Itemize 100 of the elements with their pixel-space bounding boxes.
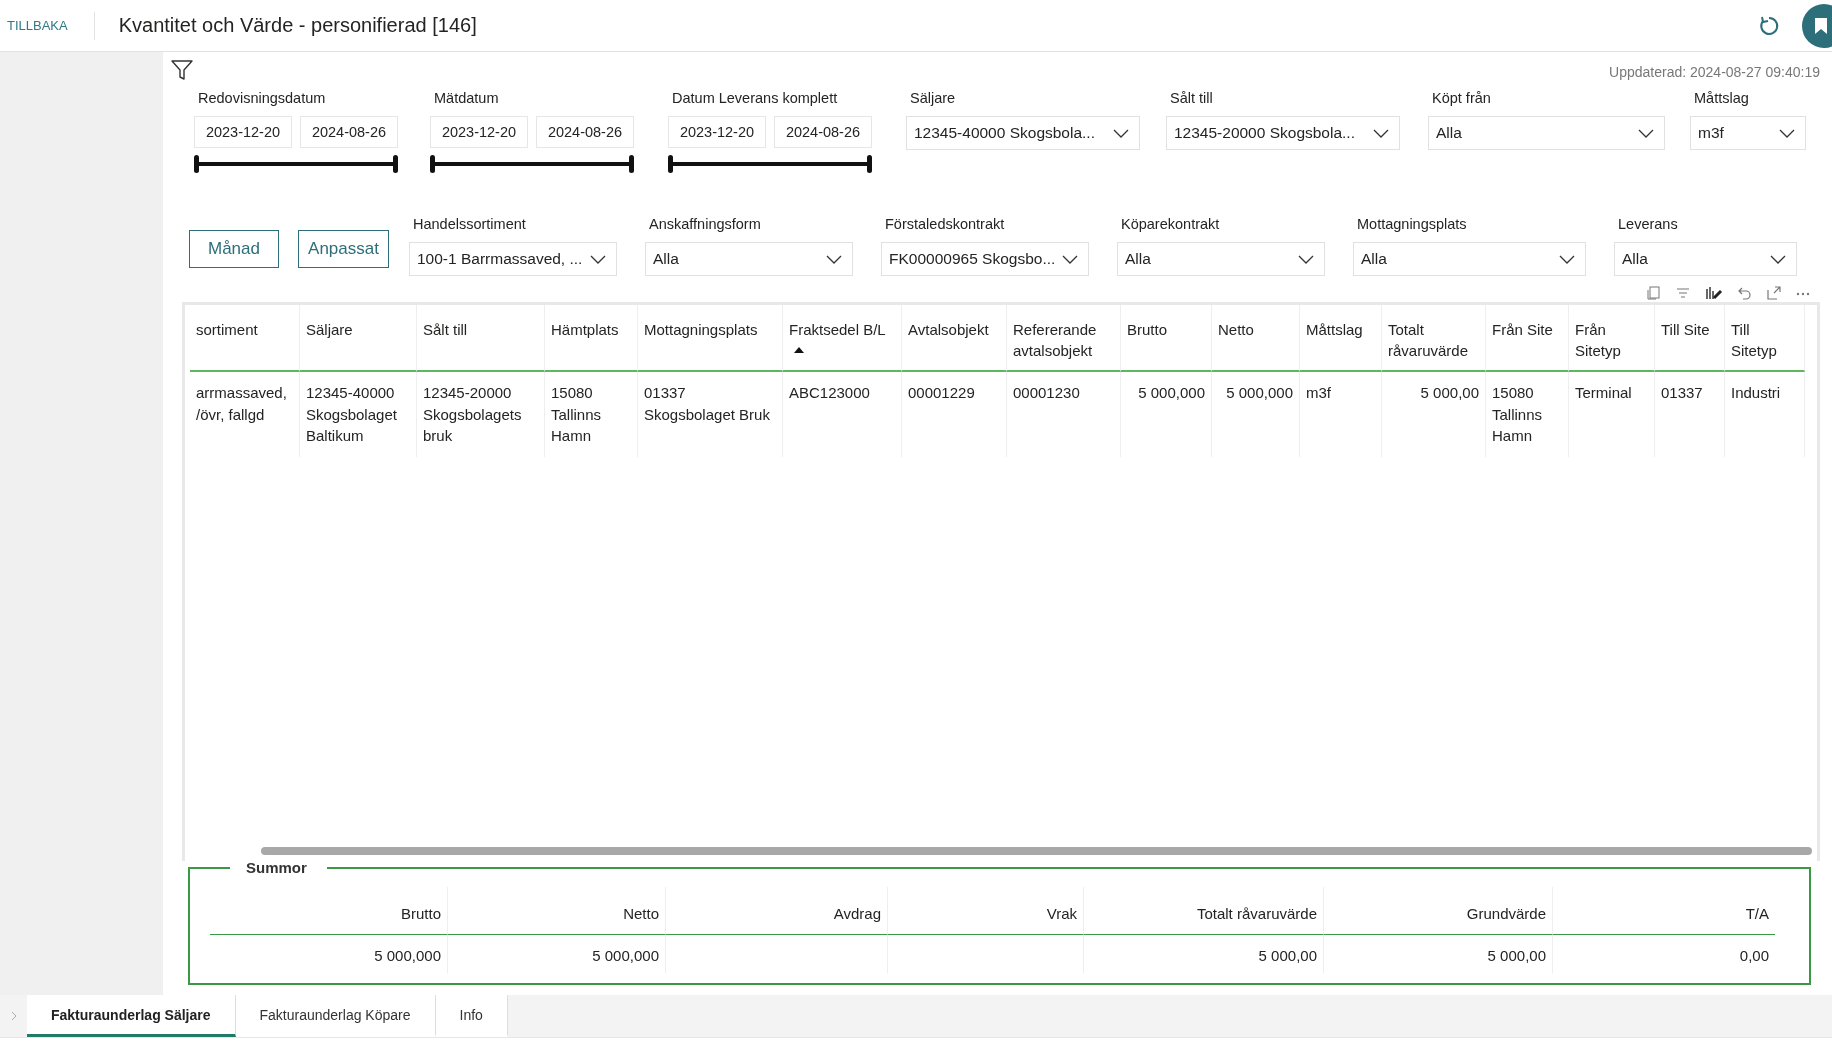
chevron-down-icon	[1779, 128, 1795, 138]
chevron-down-icon	[826, 254, 842, 264]
column-header[interactable]: Refererande avtalsobjekt	[1007, 305, 1121, 372]
table-cell: ABC123000	[789, 384, 870, 401]
filter-label: Förstaledskontrakt	[885, 216, 1005, 232]
filter-label: Köpt från	[1432, 90, 1491, 106]
filter-icon[interactable]	[170, 58, 194, 82]
sort-ascending-icon	[794, 347, 804, 353]
column-header[interactable]: Mottagningsplats	[638, 305, 783, 372]
page-tab[interactable]: Fakturaunderlag Säljare	[27, 995, 236, 1037]
slider-handle[interactable]	[668, 155, 673, 173]
dropdown[interactable]: 12345-40000 Skogsbola...	[906, 116, 1140, 150]
copy-icon[interactable]	[1647, 286, 1661, 300]
filter-label: Leverans	[1618, 216, 1678, 232]
summary-header: Grundvärde	[1466, 905, 1546, 922]
back-link[interactable]: TILLBAKA	[0, 11, 95, 40]
column-header[interactable]: sortiment	[190, 305, 300, 372]
column-header[interactable]: Brutto	[1121, 305, 1212, 372]
dropdown[interactable]: Alla	[1614, 242, 1797, 276]
dropdown[interactable]: Alla	[1117, 242, 1325, 276]
table-cell: 15080 Tallinns Hamn	[551, 384, 602, 444]
table-cell: 5 000,00	[1420, 384, 1479, 401]
period-button[interactable]: Anpassat	[298, 230, 389, 268]
horizontal-scrollbar[interactable]	[261, 847, 1812, 855]
filter-label: Redovisningsdatum	[198, 90, 326, 106]
updated-timestamp: Uppdaterad: 2024-08-27 09:40:19	[1609, 64, 1820, 80]
summary-value: 5 000,00	[1487, 947, 1546, 964]
undo-icon[interactable]	[1738, 286, 1752, 300]
date-field[interactable]: 2024-08-26	[536, 116, 634, 148]
summary-header: Brutto	[400, 905, 441, 922]
page-tab[interactable]: Fakturaunderlag Köpare	[235, 995, 436, 1037]
table-cell: 5 000,000	[1138, 384, 1205, 401]
filter-label: Måttslag	[1694, 90, 1749, 106]
column-header[interactable]: Sålt till	[417, 305, 545, 372]
slider-handle[interactable]	[867, 155, 872, 173]
summary-value: 5 000,000	[592, 947, 659, 964]
filter-label: Anskaffningsform	[649, 216, 761, 232]
summary-value: 5 000,000	[374, 947, 441, 964]
dropdown[interactable]: Alla	[1353, 242, 1586, 276]
summary-header: Totalt råvaruvärde	[1196, 905, 1317, 922]
table-cell: 12345-20000 Skogsbolagets bruk	[423, 384, 522, 444]
table-cell: 01337	[1661, 384, 1703, 401]
chart-edit-icon[interactable]	[1705, 286, 1723, 300]
table-cell: 15080 Tallinns Hamn	[1492, 384, 1543, 444]
table-cell: 12345-40000 Skogsbolaget Baltikum	[306, 384, 397, 444]
period-button[interactable]: Månad	[189, 230, 279, 268]
expand-icon[interactable]	[1767, 286, 1781, 300]
filter-label: Mätdatum	[434, 90, 499, 106]
dropdown[interactable]: FK00000965 Skogsbo...	[881, 242, 1089, 276]
dropdown[interactable]: 12345-20000 Skogsbola...	[1166, 116, 1400, 150]
table-cell: 00001229	[908, 384, 975, 401]
column-header[interactable]: Netto	[1212, 305, 1300, 372]
summary-value: 0,00	[1739, 947, 1769, 964]
chevron-down-icon	[1559, 254, 1575, 264]
summary-value: 5 000,00	[1258, 947, 1317, 964]
chevron-down-icon	[1770, 254, 1786, 264]
page-title: Kvantitet och Värde - personifierad [146]	[118, 14, 477, 37]
column-header[interactable]: Säljare	[300, 305, 417, 372]
date-field[interactable]: 2024-08-26	[774, 116, 872, 148]
summary-header: T/A	[1745, 905, 1769, 922]
column-header[interactable]: Till Sitetyp	[1725, 305, 1805, 372]
refresh-icon[interactable]	[1758, 14, 1780, 37]
chevron-down-icon	[1373, 128, 1389, 138]
dropdown[interactable]: 100-1 Barrmassaved, ...	[409, 242, 617, 276]
filter-label: Köparekontrakt	[1121, 216, 1220, 232]
filter-label: Sålt till	[1170, 90, 1213, 106]
column-header[interactable]: Måttslag	[1300, 305, 1382, 372]
column-header[interactable]: Från Site	[1486, 305, 1569, 372]
column-header[interactable]: Från Sitetyp	[1569, 305, 1655, 372]
slider-handle[interactable]	[393, 155, 398, 173]
chevron-down-icon	[1638, 128, 1654, 138]
column-header[interactable]: Hämtplats	[545, 305, 638, 372]
dropdown[interactable]: Alla	[645, 242, 853, 276]
chevron-down-icon	[590, 254, 606, 264]
summary-header: Netto	[623, 905, 659, 922]
date-field[interactable]: 2024-08-26	[300, 116, 398, 148]
slider-handle[interactable]	[629, 155, 634, 173]
table-cell: 00001230	[1013, 384, 1080, 401]
date-field[interactable]: 2023-12-20	[194, 116, 292, 148]
column-header[interactable]: Till Site	[1655, 305, 1725, 372]
page-tab[interactable]: Info	[435, 995, 508, 1037]
slider-handle[interactable]	[430, 155, 435, 173]
date-field[interactable]: 2023-12-20	[668, 116, 766, 148]
column-header[interactable]: Avtalsobjekt	[902, 305, 1007, 372]
chevron-down-icon	[1298, 254, 1314, 264]
column-header[interactable]: Totalt råvaruvärde	[1382, 305, 1486, 372]
summary-header: Vrak	[1046, 905, 1077, 922]
table-cell: m3f	[1306, 384, 1331, 401]
filter-label: Mottagningsplats	[1357, 216, 1467, 232]
bookmark-icon	[1814, 16, 1828, 35]
dropdown[interactable]: Alla	[1428, 116, 1665, 150]
date-field[interactable]: 2023-12-20	[430, 116, 528, 148]
dropdown[interactable]: m3f	[1690, 116, 1806, 150]
table-cell: Terminal	[1575, 384, 1632, 401]
column-header[interactable]: Fraktsedel B/L	[783, 305, 902, 372]
table-cell: Industri	[1731, 384, 1781, 401]
slider-handle[interactable]	[194, 155, 199, 173]
summary-header: Avdrag	[833, 905, 881, 922]
table-cell: 01337 Skogsbolaget Bruk	[644, 384, 770, 423]
filter-label: Datum Leverans komplett	[672, 90, 838, 106]
